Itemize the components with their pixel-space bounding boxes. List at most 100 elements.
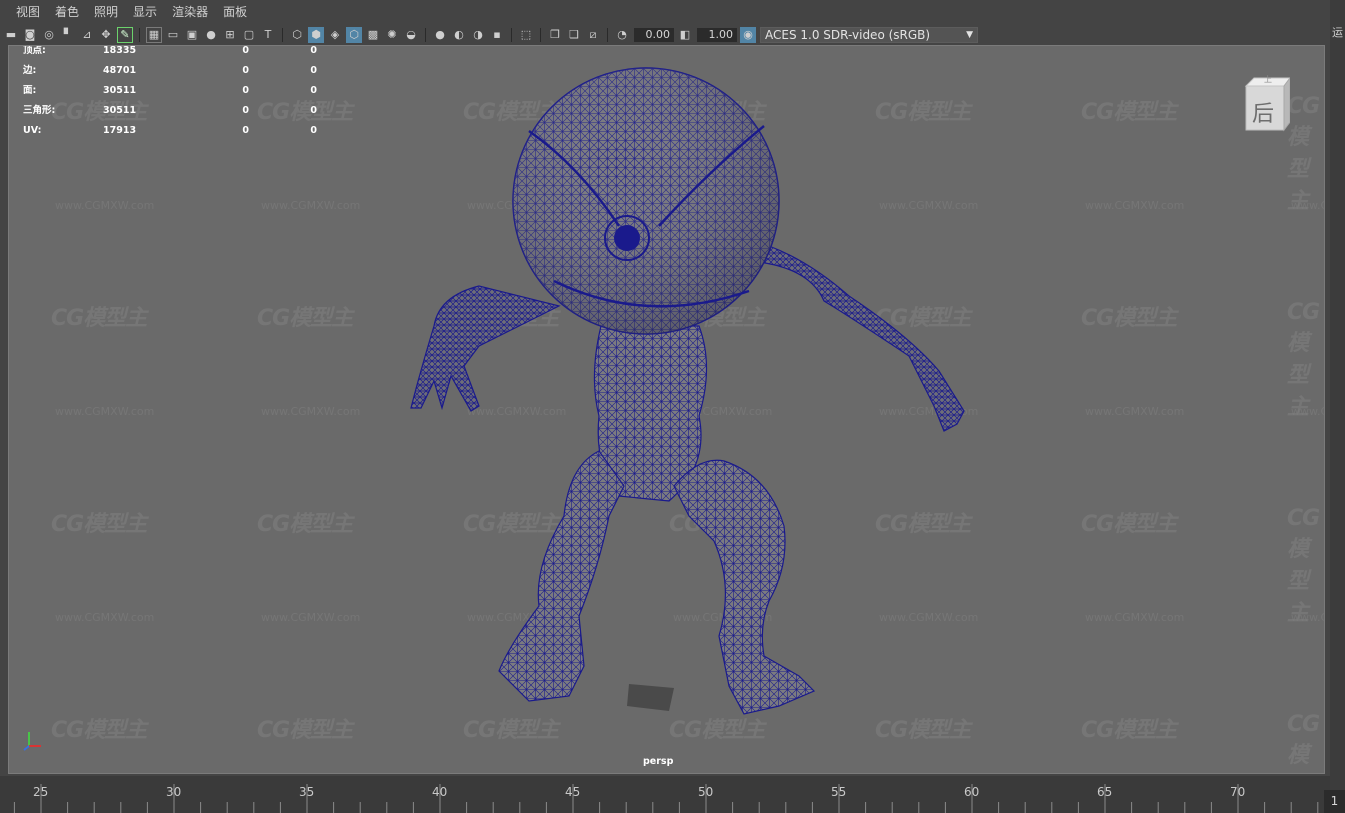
field-chart-icon[interactable]: ⊞	[222, 27, 238, 43]
color-management-icon[interactable]: ◉	[740, 27, 756, 43]
timeline-tick-label: 70	[1230, 785, 1245, 799]
menu-renderer[interactable]: 渲染器	[164, 0, 215, 25]
backface-icon[interactable]: ⧄	[585, 27, 601, 43]
toolbar-separator	[139, 28, 140, 42]
right-panel-edge: 运	[1330, 0, 1345, 790]
wireframe-icon[interactable]: ⬡	[289, 27, 305, 43]
gate-mask-icon[interactable]: ●	[203, 27, 219, 43]
flat-shade-icon[interactable]: ◈	[327, 27, 343, 43]
panel-toolbar: ▬ ◙ ◎ ▘ ⊿ ✥ ✎ ▦ ▭ ▣ ● ⊞ ▢ T ⬡ ⬢ ◈ ⬡ ▩ ✺ …	[0, 25, 1330, 45]
menu-shading[interactable]: 着色	[47, 0, 86, 25]
toolbar-separator	[511, 28, 512, 42]
view-cube-top-label: 上	[1264, 75, 1272, 84]
timeline-tick-label: 60	[964, 785, 979, 799]
grid-icon[interactable]: ▦	[146, 27, 162, 43]
right-leg	[673, 459, 816, 715]
hud-label: 三角形:	[23, 105, 56, 116]
view-cube-face-label: 后	[1252, 102, 1275, 127]
eye-pupil	[614, 225, 640, 251]
camera-attr-icon[interactable]: ◙	[22, 27, 38, 43]
hud-value: 0	[310, 105, 317, 116]
hud-value: 30511	[103, 105, 137, 116]
timeline-tick-label: 50	[698, 785, 713, 799]
chevron-down-icon: ▼	[966, 30, 973, 40]
menu-view[interactable]: 视图	[0, 0, 47, 25]
wireframe-model[interactable]	[9, 46, 1325, 774]
hud-row-vertices: 顶点: 18335 0 0	[23, 45, 317, 65]
axis-indicator-icon	[23, 732, 41, 751]
hud-label: UV:	[23, 125, 42, 136]
hud-value: 0	[310, 125, 317, 136]
toolbar-separator	[282, 28, 283, 42]
ground-patch	[627, 684, 674, 711]
hud-value: 18335	[103, 45, 137, 56]
toolbar-separator	[425, 28, 426, 42]
view-cube[interactable]: 后 上	[1240, 74, 1291, 134]
safe-title-icon[interactable]: T	[260, 27, 276, 43]
current-frame-field[interactable]: 1	[1324, 790, 1345, 813]
xray-icon[interactable]: ▩	[365, 27, 381, 43]
shadows-icon[interactable]: ◒	[403, 27, 419, 43]
film-gate-icon[interactable]: ▭	[165, 27, 181, 43]
right-arm	[747, 245, 965, 432]
camera-icon[interactable]: ▬	[3, 27, 19, 43]
hud-value: 0	[242, 45, 249, 56]
motion-blur-icon[interactable]: ◐	[451, 27, 467, 43]
hud-label: 顶点:	[23, 45, 46, 56]
xray-joints-icon[interactable]: ❐	[547, 27, 563, 43]
hud-row-uvs: UV: 17913 0 0	[23, 125, 317, 145]
toolbar-separator	[607, 28, 608, 42]
exposure-icon[interactable]: ◔	[614, 27, 630, 43]
hud-value: 30511	[103, 85, 137, 96]
timeline-tick-label: 30	[166, 785, 181, 799]
timeline-tick-label: 35	[299, 785, 314, 799]
ssao-icon[interactable]: ●	[432, 27, 448, 43]
hud-label: 边:	[23, 65, 37, 76]
image-plane-icon[interactable]: ▘	[60, 27, 76, 43]
gamma-icon[interactable]: ◧	[677, 27, 693, 43]
resolution-gate-icon[interactable]: ▣	[184, 27, 200, 43]
isolate-select-icon[interactable]: ⬚	[518, 27, 534, 43]
pivot-icon[interactable]: ⊿	[79, 27, 95, 43]
timeline-tick-label: 40	[432, 785, 447, 799]
timeline-tick-label: 25	[33, 785, 48, 799]
poly-count-hud: 顶点: 18335 0 0 边: 48701 0 0 面: 30511 0 0 …	[23, 45, 317, 145]
safe-action-icon[interactable]: ▢	[241, 27, 257, 43]
hud-value: 0	[310, 45, 317, 56]
right-strip-label: 运	[1332, 26, 1343, 39]
timeline-tick-label: 65	[1097, 785, 1112, 799]
hud-value: 0	[242, 125, 249, 136]
hud-value: 0	[242, 65, 249, 76]
bookmark-icon[interactable]: ◎	[41, 27, 57, 43]
menu-show[interactable]: 显示	[125, 0, 164, 25]
aa-icon[interactable]: ◑	[470, 27, 486, 43]
hud-label: 面:	[23, 85, 37, 96]
hud-value: 0	[310, 85, 317, 96]
paint-icon[interactable]: ✎	[117, 27, 133, 43]
left-arm	[410, 285, 561, 412]
timeline-tick-label: 55	[831, 785, 846, 799]
viewport-3d[interactable]: CG模型主 CG模型主 CG模型主 CG模型主 www.CGMXW.com www.CGM…	[8, 45, 1325, 774]
camera-name-label: persp	[643, 756, 674, 767]
hud-value: 0	[242, 105, 249, 116]
hud-row-faces: 面: 30511 0 0	[23, 85, 317, 105]
exposure-field[interactable]: 0.00	[634, 28, 674, 42]
toolbar-separator	[540, 28, 541, 42]
menu-panels[interactable]: 面板	[215, 0, 254, 25]
gamma-field[interactable]: 1.00	[697, 28, 737, 42]
use-lights-icon[interactable]: ✺	[384, 27, 400, 43]
hud-value: 0	[242, 85, 249, 96]
dof-icon[interactable]: ▪	[489, 27, 505, 43]
menu-lighting[interactable]: 照明	[86, 0, 125, 25]
smooth-shade-icon[interactable]: ⬢	[308, 27, 324, 43]
move-icon[interactable]: ✥	[98, 27, 114, 43]
time-slider[interactable]: 2530354045505560657075808590951001051101…	[0, 776, 1330, 813]
hud-row-edges: 边: 48701 0 0	[23, 65, 317, 85]
timeline-tick-label: 45	[565, 785, 580, 799]
hud-value: 0	[310, 65, 317, 76]
color-space-dropdown[interactable]: ACES 1.0 SDR-video (sRGB) ▼	[760, 27, 978, 43]
color-space-label: ACES 1.0 SDR-video (sRGB)	[765, 28, 931, 42]
xray-active-icon[interactable]: ❑	[566, 27, 582, 43]
wireframe-on-shaded-icon[interactable]: ⬡	[346, 27, 362, 43]
left-leg	[498, 450, 625, 702]
